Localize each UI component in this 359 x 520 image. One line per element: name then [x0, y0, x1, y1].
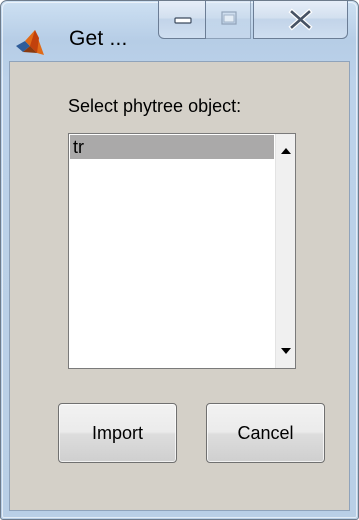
list-item-tr[interactable]: tr — [70, 135, 274, 159]
maximize-button — [206, 1, 251, 39]
caption-buttons — [158, 1, 348, 42]
minimize-icon — [174, 17, 192, 24]
listbox-scrollbar[interactable] — [275, 134, 295, 368]
maximize-icon — [221, 11, 237, 25]
cancel-button[interactable]: Cancel — [206, 403, 325, 463]
window-title: Get ... — [69, 27, 128, 50]
import-button[interactable]: Import — [58, 403, 177, 463]
scroll-down-arrow-icon — [280, 348, 291, 354]
close-button[interactable] — [253, 1, 348, 39]
dialog-client-area: Select phytree object: tr Import Cancel — [9, 61, 350, 511]
select-phytree-label: Select phytree object: — [68, 96, 242, 116]
close-icon — [288, 8, 313, 31]
scroll-up-arrow-icon — [280, 148, 291, 154]
phytree-listbox[interactable]: tr — [68, 133, 296, 369]
matlab-icon — [16, 30, 44, 55]
scroll-up-button[interactable] — [276, 140, 295, 162]
dialog-window: Get ... Select phytree object: tr Import… — [0, 0, 359, 520]
minimize-button[interactable] — [158, 1, 206, 39]
scroll-down-button[interactable] — [276, 340, 295, 362]
